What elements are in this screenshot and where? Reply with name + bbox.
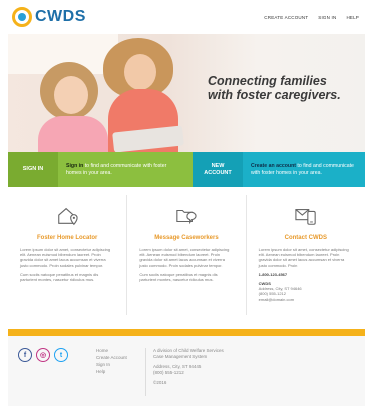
hero-banner: Connecting families with foster caregive… (8, 34, 365, 152)
logo-text: CWDS (35, 8, 86, 25)
new-account-description: Create an account to find and communicat… (243, 163, 363, 177)
feature-foster-home-locator: Foster Home Locator Lorem ipsum dolor si… (8, 195, 126, 315)
hero-photo-mother-face (124, 54, 156, 90)
signin-description: Sign in to find and communicate with fos… (58, 163, 178, 177)
nav-help-link[interactable]: HELP (346, 15, 359, 20)
feature-paragraph: Lorem ipsum dolor sit amet, consectetur … (20, 247, 111, 268)
phone-mail-icon (295, 209, 316, 225)
feature-title[interactable]: Foster Home Locator (20, 235, 114, 241)
social-links: f ◎ t (18, 348, 68, 362)
instagram-icon[interactable]: ◎ (36, 348, 50, 362)
hero-headline-line2: with foster caregivers. (208, 88, 341, 102)
footer-link-sign-in[interactable]: Sign In (96, 362, 127, 368)
new-account-panel: NEW ACCOUNT Create an account to find an… (193, 152, 365, 187)
footer-link-help[interactable]: Help (96, 369, 127, 375)
footer-link-home[interactable]: Home (96, 348, 127, 354)
logo-mark-icon (12, 7, 32, 27)
feature-title[interactable]: Message Caseworkers (139, 235, 233, 241)
contact-phone[interactable]: 1-800-123-4567 (259, 272, 353, 277)
feature-paragraph: Cum sociis natoque penatibus et magnis d… (139, 271, 218, 283)
footer-link-create-account[interactable]: Create Account (96, 355, 127, 361)
footer-divider (145, 348, 146, 396)
signin-link[interactable]: Sign in (66, 163, 83, 169)
feature-paragraph: Cum sociis natoque penatibus et magnis d… (20, 271, 99, 283)
feature-body: Lorem ipsum dolor sit amet, consectetur … (259, 247, 353, 302)
features-section: Foster Home Locator Lorem ipsum dolor si… (8, 195, 365, 315)
feature-body: Lorem ipsum dolor sit amet, consectetur … (20, 247, 114, 282)
feature-message-caseworkers: Message Caseworkers Lorem ipsum dolor si… (126, 195, 245, 315)
new-account-label-line2: ACCOUNT (204, 169, 232, 176)
folder-chat-icon (176, 209, 198, 225)
action-band: SIGN IN Sign in to find and communicate … (8, 152, 365, 187)
nav-sign-in-link[interactable]: SIGN IN (318, 15, 336, 20)
feature-paragraph: Lorem ipsum dolor sit amet, consectetur … (139, 247, 230, 268)
hero-photo-girl-face (54, 76, 88, 114)
hero-headline-line1: Connecting families (208, 74, 327, 88)
cwds-logo[interactable]: CWDS (12, 7, 86, 27)
footer-info: A division of Child Welfare Services Cas… (153, 348, 224, 386)
footer-accent-stripe (8, 329, 365, 336)
hero-photo-girl (38, 116, 108, 152)
footer-copyright: ©2016 (153, 380, 167, 385)
feature-paragraph: Lorem ipsum dolor sit amet, consectetur … (258, 247, 349, 268)
hero-headline: Connecting families with foster caregive… (208, 74, 358, 102)
feature-title[interactable]: Contact CWDS (259, 235, 353, 241)
signin-button[interactable]: SIGN IN (8, 152, 58, 187)
house-location-icon (58, 207, 78, 226)
contact-email[interactable]: email@domain.com (259, 297, 353, 302)
new-account-button[interactable]: NEW ACCOUNT (193, 152, 243, 187)
feature-body: Lorem ipsum dolor sit amet, consectetur … (139, 247, 233, 282)
create-account-link[interactable]: Create an account (251, 163, 296, 169)
signin-panel: SIGN IN Sign in to find and communicate … (8, 152, 193, 187)
top-nav: CREATE ACCOUNT SIGN IN HELP (264, 15, 359, 20)
feature-contact-cwds: Contact CWDS Lorem ipsum dolor sit amet,… (245, 195, 365, 315)
nav-create-account-link[interactable]: CREATE ACCOUNT (264, 15, 308, 20)
site-header: CWDS CREATE ACCOUNT SIGN IN HELP (0, 0, 365, 34)
facebook-icon[interactable]: f (18, 348, 32, 362)
new-account-label-line1: NEW (211, 162, 225, 169)
site-footer: f ◎ t Home Create Account Sign In Help A… (8, 336, 365, 406)
twitter-icon[interactable]: t (54, 348, 68, 362)
footer-nav: Home Create Account Sign In Help (96, 348, 127, 375)
